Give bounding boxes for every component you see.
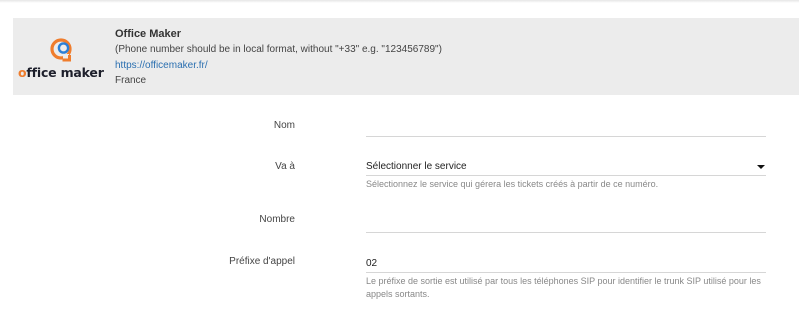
nom-input[interactable] — [366, 120, 766, 137]
provider-logo: office maker — [18, 37, 106, 81]
provider-note: (Phone number should be in local format,… — [115, 44, 442, 56]
nombre-label: Nombre — [259, 214, 295, 225]
service-select-value: Sélectionner le service — [366, 161, 467, 172]
top-shadow — [0, 0, 799, 3]
logo-wordmark: office maker — [18, 65, 104, 80]
service-help-text: Sélectionnez le service qui gérera les t… — [366, 179, 659, 189]
service-select[interactable]: Sélectionner le service — [366, 159, 766, 176]
nom-label: Nom — [273, 120, 295, 131]
prefixe-help-text: Le préfixe de sortie est utilisé par tou… — [366, 276, 761, 299]
provider-card: office maker Office Maker (Phone number … — [13, 18, 799, 95]
prefixe-input[interactable]: 02 — [366, 256, 766, 273]
logo-wordmark-rest: ffice maker — [26, 65, 104, 80]
prefixe-value: 02 — [366, 258, 378, 269]
provider-info: Office Maker (Phone number should be in … — [115, 27, 442, 88]
chevron-down-icon — [757, 165, 765, 169]
va-a-label: Va à — [275, 161, 295, 172]
provider-country: France — [115, 74, 147, 86]
prefixe-label: Préfixe d'appel — [229, 256, 295, 267]
nombre-input[interactable] — [366, 216, 766, 233]
provider-name: Office Maker — [115, 28, 182, 40]
office-maker-logo-icon — [50, 38, 72, 62]
provider-url-link[interactable]: https://officemaker.fr/ — [115, 60, 208, 71]
